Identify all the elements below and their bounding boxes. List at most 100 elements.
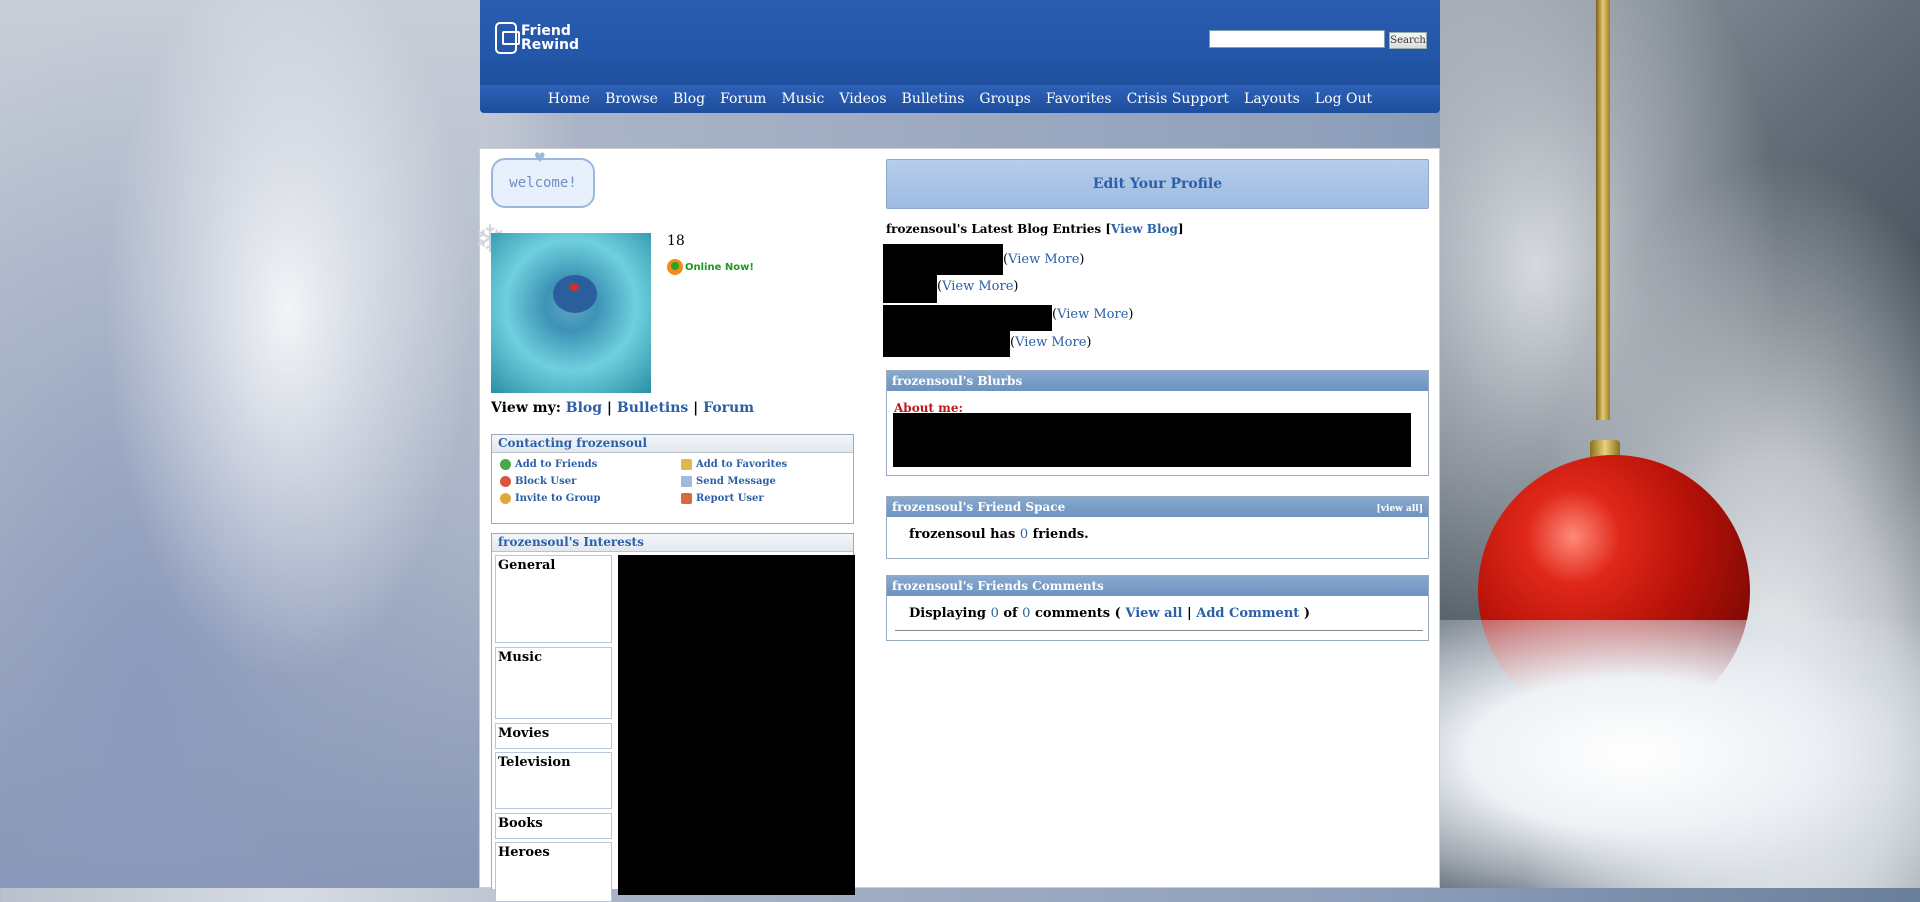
comments-close-paren: ) (1303, 606, 1310, 621)
interest-books-label: Books (495, 813, 612, 839)
view-my-blog-link[interactable]: Blog (566, 400, 602, 416)
avatar-figure (553, 275, 597, 313)
welcome-badge: welcome! (491, 148, 595, 208)
view-more-link[interactable]: View More (1057, 307, 1128, 322)
report-user-link[interactable]: Report User (681, 493, 841, 504)
block-user-link[interactable]: Block User (500, 476, 681, 487)
main-nav: Home Browse Blog Forum Music Videos Bull… (480, 85, 1440, 113)
nav-music[interactable]: Music (781, 91, 824, 107)
comments-box: frozensoul's Friends Comments Displaying… (886, 575, 1429, 641)
add-to-favorites-label: Add to Favorites (696, 459, 788, 470)
nav-bulletins[interactable]: Bulletins (902, 91, 965, 107)
block-user-label: Block User (515, 476, 577, 487)
blog-entry-row: (View More) (1003, 252, 1085, 267)
comments-word: comments ( (1034, 606, 1121, 621)
redacted-blog-title (883, 305, 1052, 331)
view-all-comments-link[interactable]: View all (1125, 606, 1182, 621)
add-comment-link[interactable]: Add Comment (1196, 606, 1299, 621)
contacting-title: Contacting frozensoul (492, 435, 853, 453)
comments-of-label: of (1003, 606, 1018, 621)
blurbs-title: frozensoul's Blurbs (887, 371, 1428, 391)
view-more-link[interactable]: View More (942, 279, 1013, 294)
redacted-blog-title (883, 244, 1003, 275)
add-to-friends-label: Add to Friends (515, 459, 598, 470)
profile-age: 18 (667, 233, 685, 249)
edit-profile-button[interactable]: Edit Your Profile (886, 159, 1429, 209)
nav-log-out[interactable]: Log Out (1315, 91, 1372, 107)
background-left (0, 0, 480, 888)
invite-to-group-label: Invite to Group (515, 493, 601, 504)
redacted-blog-title (883, 331, 1010, 357)
blog-heading-bracket: ] (1177, 222, 1184, 236)
add-friend-icon (500, 459, 511, 470)
blurbs-box: frozensoul's Blurbs About me: (886, 370, 1429, 476)
view-more-link[interactable]: View More (1008, 252, 1079, 267)
ornament-ribbon (1596, 0, 1610, 420)
comments-divider (895, 630, 1423, 631)
logo-line1: Friend (521, 23, 571, 39)
friend-space-title: frozensoul's Friend Space [view all] (887, 497, 1428, 517)
interest-movies-label: Movies (495, 723, 612, 749)
comments-displaying-label: Displaying (909, 606, 987, 621)
add-to-friends-link[interactable]: Add to Friends (500, 459, 681, 470)
nav-videos[interactable]: Videos (839, 91, 886, 107)
friend-count-prefix: frozensoul has (909, 527, 1016, 542)
send-message-link[interactable]: Send Message (681, 476, 841, 487)
interest-music-label: Music (495, 647, 612, 719)
snow-image (1440, 620, 1920, 888)
view-my-label: View my: (491, 400, 561, 416)
friend-space-box: frozensoul's Friend Space [view all] fro… (886, 496, 1429, 559)
online-icon (667, 259, 683, 275)
view-my-links: View my: Blog | Bulletins | Forum (491, 400, 754, 416)
comments-summary: Displaying 0 of 0 comments ( View all | … (909, 606, 1310, 621)
interests-box: frozensoul's Interests General Music Mov… (491, 533, 855, 902)
search-input[interactable] (1209, 30, 1385, 48)
site-logo[interactable]: Friend Rewind (495, 18, 579, 58)
group-icon (500, 493, 511, 504)
redacted-blog-title (883, 275, 937, 303)
separator: | (606, 400, 613, 416)
blog-entries-heading: frozensoul's Latest Blog Entries [View B… (886, 222, 1184, 236)
friend-count-text: frozensoul has 0 friends. (909, 527, 1089, 542)
search-button[interactable]: Search (1389, 32, 1427, 49)
interests-title: frozensoul's Interests (492, 534, 853, 552)
report-user-label: Report User (696, 493, 764, 504)
interest-general-label: General (495, 555, 612, 643)
blog-heading-text: frozensoul's Latest Blog Entries [ (886, 222, 1111, 236)
nav-browse[interactable]: Browse (605, 91, 658, 107)
friend-space-title-text: frozensoul's Friend Space (892, 500, 1066, 514)
nav-home[interactable]: Home (548, 91, 590, 107)
redacted-about-me (893, 413, 1411, 467)
comments-title: frozensoul's Friends Comments (887, 576, 1428, 596)
invite-to-group-link[interactable]: Invite to Group (500, 493, 681, 504)
view-more-link[interactable]: View More (1015, 335, 1086, 350)
logo-line2: Rewind (521, 37, 579, 53)
nav-groups[interactable]: Groups (979, 91, 1030, 107)
nav-layouts[interactable]: Layouts (1244, 91, 1300, 107)
friend-count: 0 (1019, 527, 1029, 542)
friend-space-view-all-link[interactable]: [view all] (1377, 499, 1423, 519)
view-my-forum-link[interactable]: Forum (703, 400, 754, 416)
mail-icon (681, 476, 692, 487)
nav-crisis-support[interactable]: Crisis Support (1127, 91, 1229, 107)
online-text: Online Now! (685, 261, 754, 273)
block-icon (500, 476, 511, 487)
separator: | (693, 400, 699, 416)
online-status: Online Now! (667, 259, 754, 275)
view-blog-link[interactable]: View Blog (1111, 222, 1178, 236)
nav-favorites[interactable]: Favorites (1046, 91, 1112, 107)
nav-blog[interactable]: Blog (673, 91, 705, 107)
nav-forum[interactable]: Forum (720, 91, 766, 107)
contact-actions: Add to Friends Add to Favorites Block Us… (492, 453, 853, 504)
favorite-icon (681, 459, 692, 470)
report-icon (681, 493, 692, 504)
view-my-bulletins-link[interactable]: Bulletins (617, 400, 688, 416)
comments-shown-count: 0 (990, 606, 999, 621)
send-message-label: Send Message (696, 476, 776, 487)
site-header: Friend Rewind Search (480, 0, 1440, 85)
profile-avatar[interactable] (491, 233, 651, 393)
add-to-favorites-link[interactable]: Add to Favorites (681, 459, 841, 470)
blog-entry-row: (View More) (1010, 335, 1092, 350)
blog-entry-row: (View More) (937, 279, 1019, 294)
blog-entry-row: (View More) (1052, 307, 1134, 322)
